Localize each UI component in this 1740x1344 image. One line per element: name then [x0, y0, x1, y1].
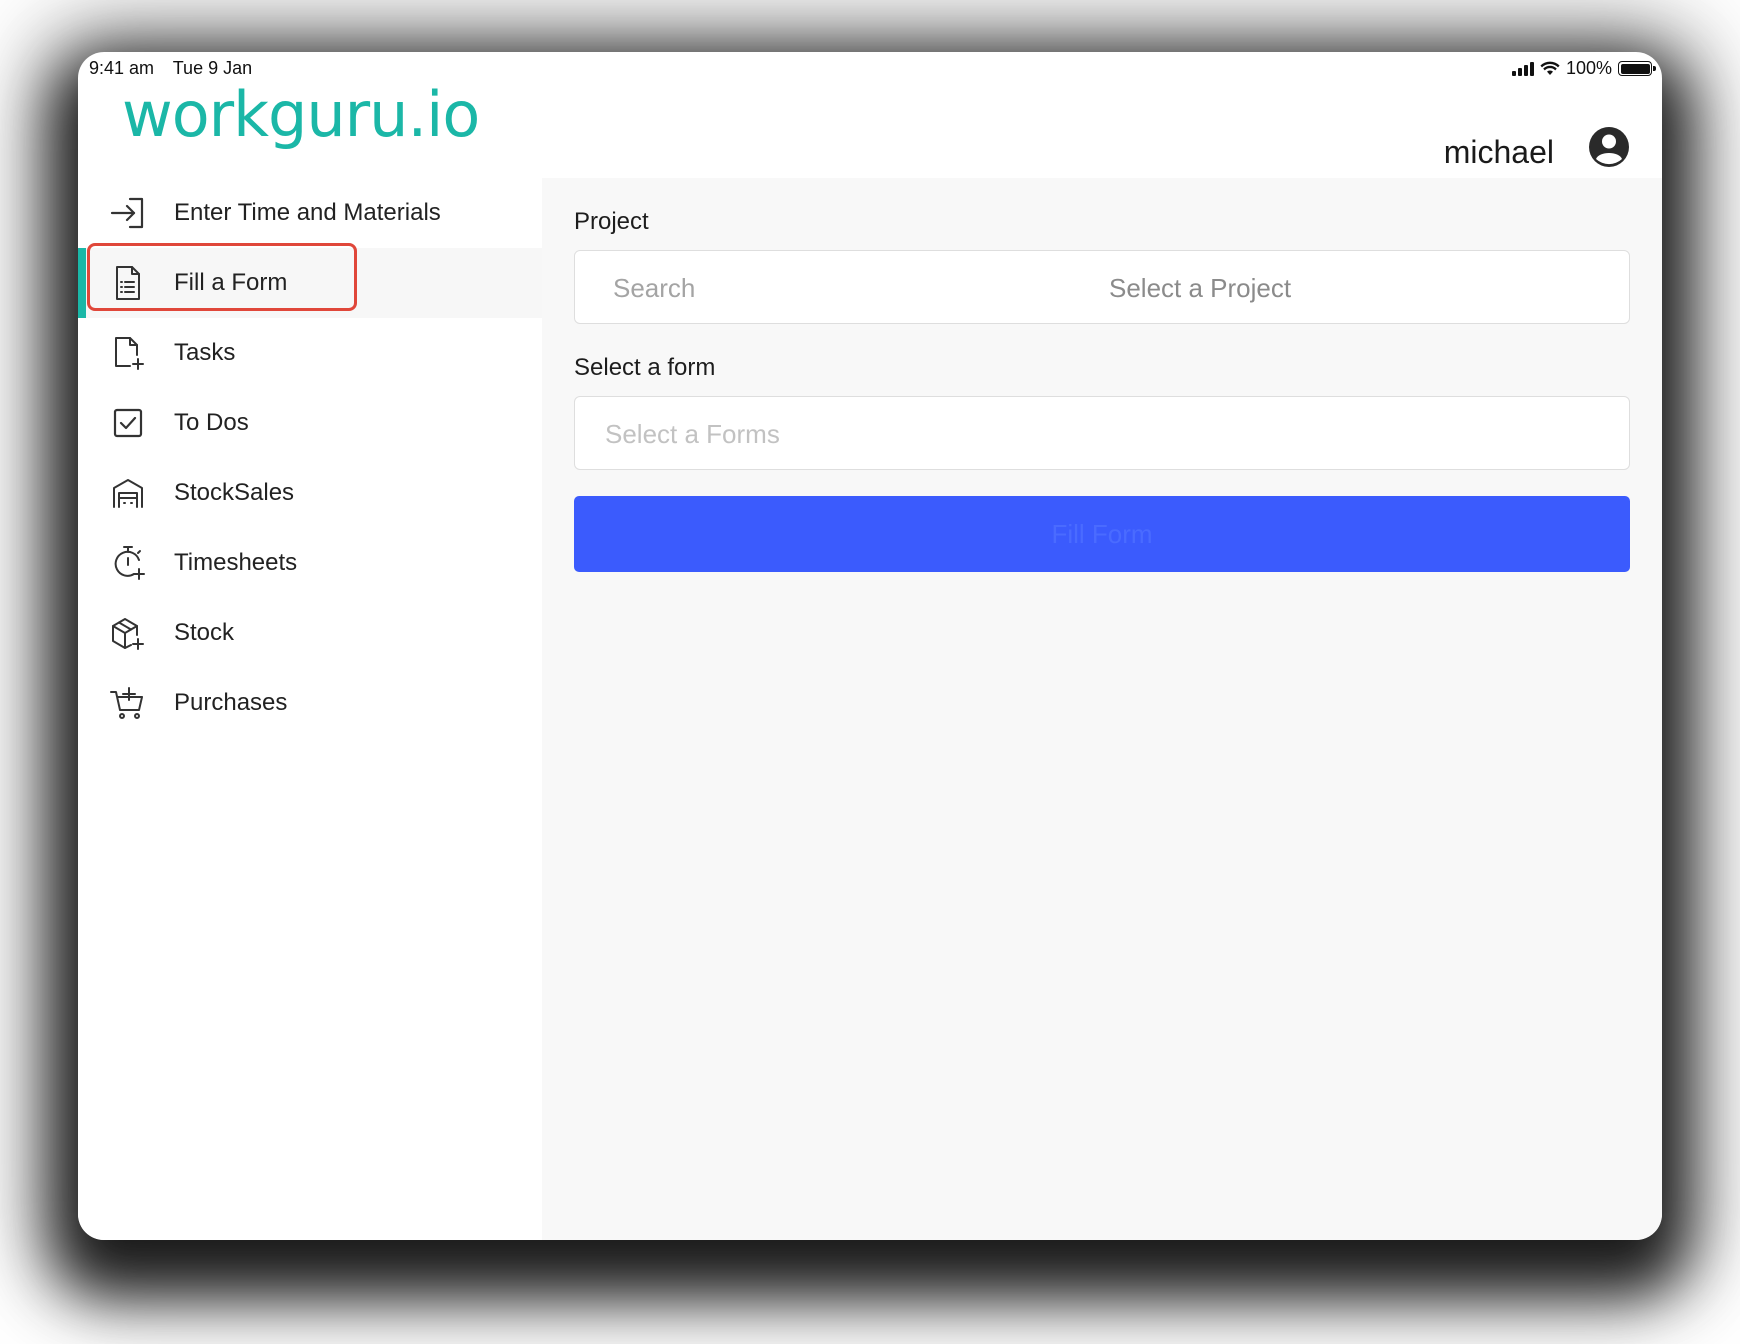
sidebar-item-stock[interactable]: Stock	[78, 598, 542, 668]
project-search-input[interactable]	[611, 251, 975, 325]
fill-form-button[interactable]: Fill Form	[574, 496, 1630, 572]
battery-level	[1620, 63, 1650, 74]
sidebar: Enter Time and Materials Fill a Form Tas…	[78, 178, 542, 1240]
sidebar-item-enter-time-and-materials[interactable]: Enter Time and Materials	[78, 178, 542, 248]
document-list-icon	[108, 263, 148, 303]
user-name[interactable]: michael	[1444, 134, 1554, 171]
sidebar-item-label: Timesheets	[174, 549, 298, 576]
sidebar-item-label: Stock	[174, 619, 235, 646]
status-time: 9:41 am	[89, 58, 155, 78]
sidebar-item-label: Tasks	[174, 339, 236, 366]
sidebar-item-label: To Dos	[174, 409, 249, 436]
cellular-signal-icon	[1511, 61, 1534, 76]
cart-add-icon	[108, 683, 148, 723]
status-right: 100%	[1511, 58, 1656, 79]
sidebar-item-label: StockSales	[174, 479, 295, 506]
stopwatch-add-icon	[108, 543, 148, 583]
sidebar-item-to-dos[interactable]: To Dos	[78, 388, 542, 458]
box-add-icon	[108, 613, 148, 653]
form-select[interactable]: Select a Forms	[574, 396, 1630, 470]
select-form-label: Select a form	[574, 354, 716, 381]
user-circle-icon[interactable]	[1588, 126, 1630, 168]
form-select-placeholder: Select a Forms	[605, 419, 780, 449]
main-content: Project Select a Project Select a form S…	[542, 178, 1662, 1240]
project-label: Project	[574, 208, 649, 235]
app-header: workguru.io michael	[78, 78, 1662, 180]
warehouse-icon	[108, 473, 148, 513]
sidebar-item-timesheets[interactable]: Timesheets	[78, 528, 542, 598]
wifi-icon	[1540, 61, 1560, 75]
sidebar-item-stocksales[interactable]: StockSales	[78, 458, 542, 528]
sidebar-item-label: Enter Time and Materials	[174, 199, 441, 226]
status-left: 9:41 am Tue 9 Jan	[89, 58, 266, 79]
workguru-logo[interactable]: workguru.io	[122, 78, 480, 151]
device-screen: 9:41 am Tue 9 Jan 100% workguru.io micha…	[78, 52, 1662, 1240]
battery-icon	[1618, 61, 1656, 76]
screenshot-stage: 9:41 am Tue 9 Jan 100% workguru.io micha…	[0, 0, 1740, 1344]
project-select[interactable]: Select a Project	[574, 250, 1630, 325]
sidebar-item-fill-a-form[interactable]: Fill a Form	[78, 248, 542, 318]
project-select-text: Select a Project	[1109, 273, 1292, 303]
sidebar-item-label: Purchases	[174, 689, 288, 716]
checkbox-icon	[108, 403, 148, 443]
sidebar-item-label: Fill a Form	[174, 269, 288, 296]
sign-in-icon	[108, 193, 148, 233]
status-date: Tue 9 Jan	[172, 58, 253, 78]
battery-percent: 100%	[1565, 58, 1612, 78]
sidebar-item-tasks[interactable]: Tasks	[78, 318, 542, 388]
sidebar-item-purchases[interactable]: Purchases	[78, 668, 542, 738]
file-add-icon	[108, 333, 148, 373]
